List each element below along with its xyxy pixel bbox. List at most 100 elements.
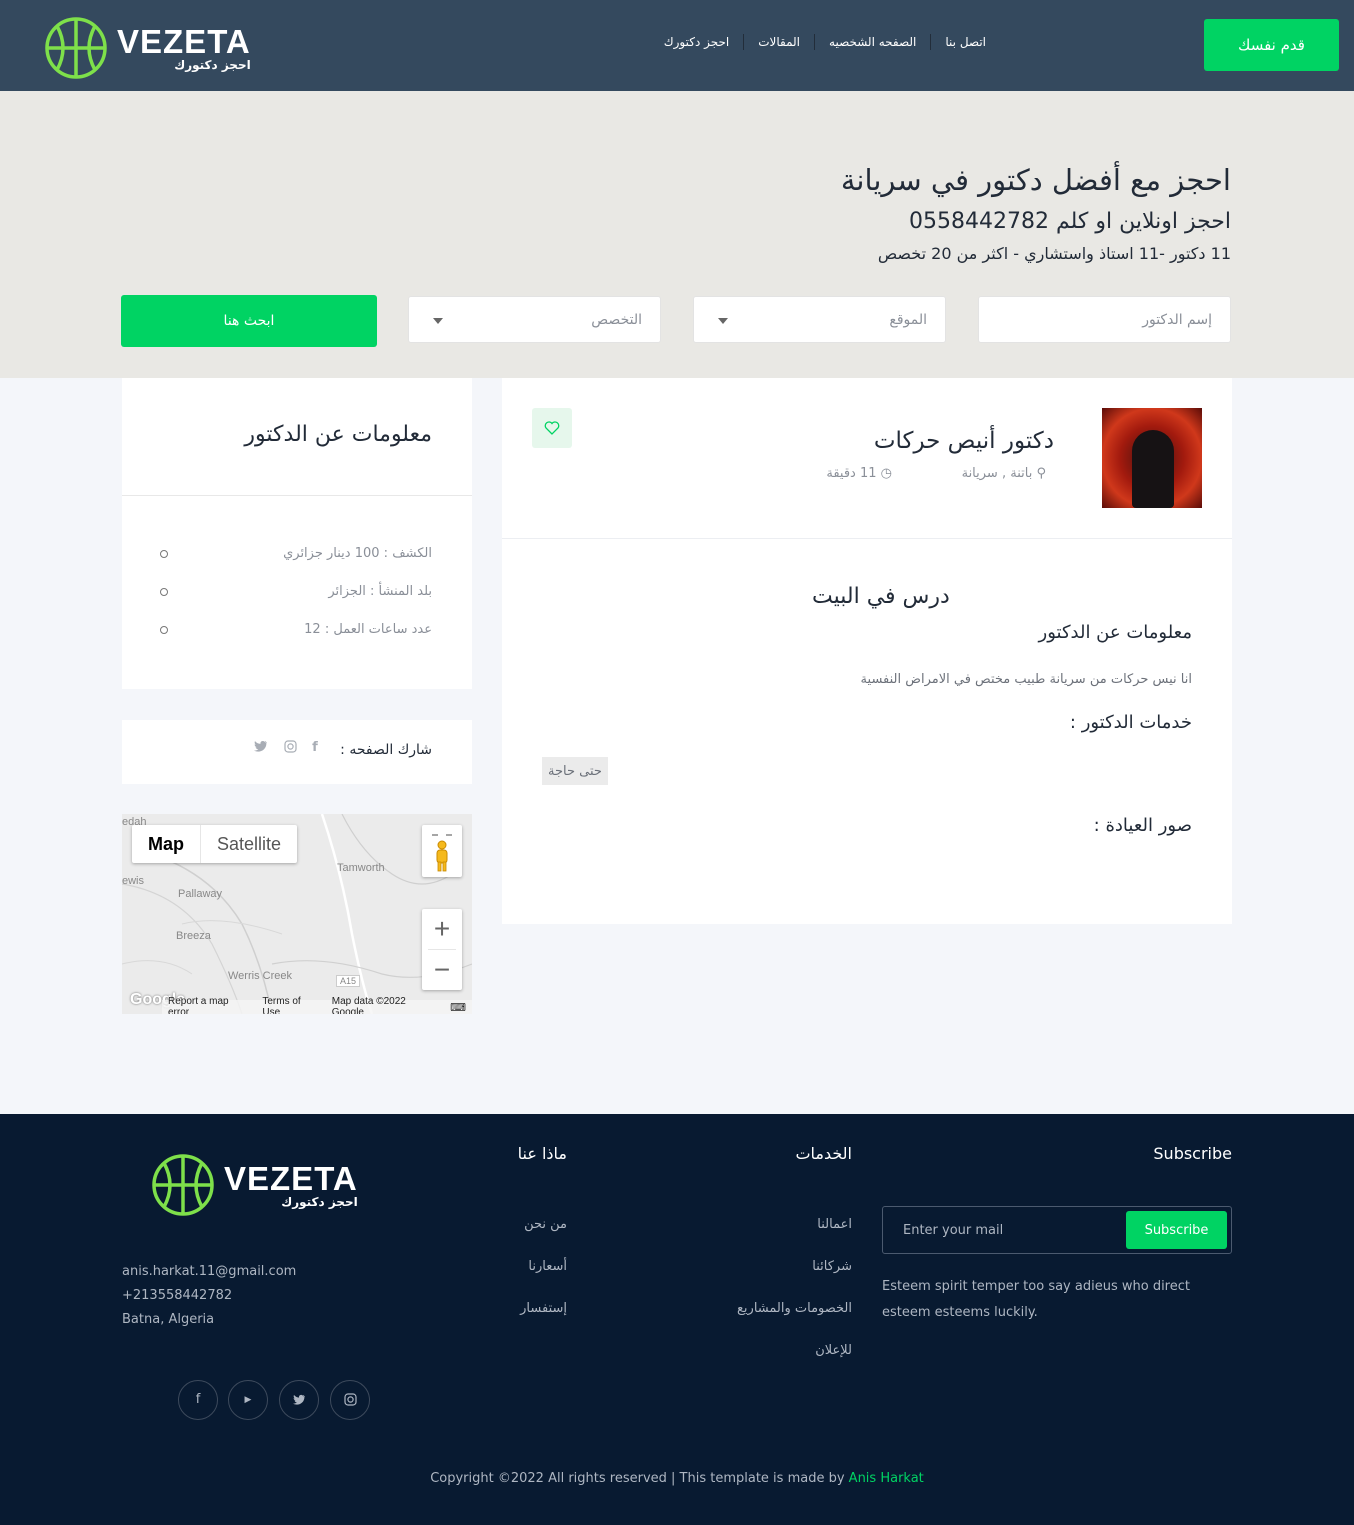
footer-link-partners[interactable]: شركائنا bbox=[812, 1259, 852, 1274]
clock-icon: ◷ bbox=[880, 466, 892, 481]
location-select[interactable]: الموقع bbox=[693, 296, 946, 343]
share-label: شارك الصفحه : bbox=[340, 742, 432, 758]
about-heading: معلومات عن الدكتور bbox=[1038, 622, 1192, 643]
keyboard-icon[interactable]: ⌨ bbox=[450, 1001, 466, 1014]
footer-link-discounts[interactable]: الخصومات والمشاريع bbox=[737, 1301, 852, 1316]
service-tag: حتى حاجة bbox=[542, 757, 608, 785]
footer-link-advertise[interactable]: للإعلان bbox=[815, 1343, 852, 1358]
footer-link-about-us[interactable]: من نحن bbox=[524, 1217, 567, 1232]
basketball-logo-icon bbox=[152, 1154, 214, 1216]
chevron-down-icon bbox=[433, 318, 443, 324]
info-item-country: بلد المنشأ : الجزائر bbox=[160, 584, 432, 599]
doctor-info-card: معلومات عن الدكتور الكشف : 100 دينار جزا… bbox=[122, 378, 472, 689]
heart-icon bbox=[544, 421, 560, 435]
info-title: معلومات عن الدكتور bbox=[244, 422, 432, 447]
favorite-button[interactable] bbox=[532, 408, 572, 448]
basketball-logo-icon bbox=[45, 17, 107, 79]
divider bbox=[122, 495, 472, 496]
map-footer: Report a map error Terms of Use Map data… bbox=[162, 996, 472, 1014]
doctor-avatar bbox=[1102, 408, 1202, 508]
street-view-button[interactable] bbox=[422, 825, 462, 877]
footer-logo[interactable]: VEZETA احجز دكتورك bbox=[152, 1154, 358, 1216]
footer-link-pricing[interactable]: أسعارنا bbox=[528, 1259, 567, 1274]
bullet-icon bbox=[160, 587, 168, 596]
site-header: VEZETA احجز دكتورك اتصل بنا الصفحه الشخص… bbox=[0, 0, 1354, 91]
share-card: شارك الصفحه : f bbox=[122, 720, 472, 784]
location-map[interactable]: Tamworth Pallaway Breeza Werris Creek A1… bbox=[122, 814, 472, 1014]
bullet-icon bbox=[160, 549, 168, 558]
facebook-icon[interactable]: f bbox=[307, 740, 323, 758]
logo-text: VEZETA bbox=[117, 23, 251, 60]
clinic-photos-heading: صور العيادة : bbox=[1093, 815, 1192, 836]
hero-stats: 11 دكتور -11 استاذ واستشاري - اكثر من 20… bbox=[877, 244, 1231, 263]
specialty-placeholder: التخصص bbox=[591, 311, 642, 328]
location-placeholder: الموقع bbox=[889, 311, 927, 328]
divider bbox=[502, 538, 1232, 539]
info-item-hours: عدد ساعات العمل : 12 bbox=[160, 622, 432, 637]
footer-about-title: ماذا عنا bbox=[517, 1144, 567, 1163]
subscribe-description: Esteem spirit temper too say adieus who … bbox=[882, 1279, 1190, 1320]
logo-text: VEZETA bbox=[224, 1160, 358, 1197]
doctor-wait-time: ◷ 11 دقيقة bbox=[826, 466, 892, 481]
register-button[interactable]: قدم نفسك bbox=[1204, 19, 1339, 71]
footer-subscribe-title: Subscribe bbox=[1153, 1144, 1232, 1163]
twitter-icon[interactable] bbox=[279, 1380, 319, 1420]
author-link[interactable]: Anis Harkat bbox=[849, 1471, 924, 1486]
site-logo[interactable]: VEZETA احجز دكتورك bbox=[45, 17, 251, 79]
nav-contact[interactable]: اتصل بنا bbox=[930, 34, 1000, 50]
main-nav: اتصل بنا الصفحه الشخصيه المقالات احجز دك… bbox=[610, 34, 1000, 50]
subscribe-email-input[interactable] bbox=[903, 1219, 1103, 1241]
twitter-icon[interactable] bbox=[253, 740, 269, 758]
instagram-icon[interactable] bbox=[330, 1380, 370, 1420]
footer-link-inquiry[interactable]: إستفسار bbox=[520, 1301, 567, 1316]
map-place-label: Tamworth bbox=[337, 862, 385, 874]
hero-title: احجز مع أفضل دكتور في سريانة bbox=[840, 163, 1231, 197]
map-place-label: Werris Creek bbox=[228, 970, 292, 982]
service-title: درس في البيت bbox=[812, 584, 950, 609]
subscribe-form: Subscribe bbox=[882, 1206, 1232, 1254]
doctor-name-placeholder: إسم الدكتور bbox=[1142, 311, 1212, 328]
specialty-select[interactable]: التخصص bbox=[408, 296, 661, 343]
search-button[interactable]: ابحث هنا bbox=[121, 295, 377, 347]
logo-subtext: احجز دكتورك bbox=[174, 58, 251, 72]
copyright: Copyright ©2022 All rights reserved | Th… bbox=[430, 1471, 924, 1486]
map-data-text: Map data ©2022 Google bbox=[331, 996, 406, 1014]
map-view-button[interactable]: Map bbox=[132, 825, 201, 863]
nav-articles[interactable]: المقالات bbox=[743, 34, 814, 50]
chevron-down-icon bbox=[718, 318, 728, 324]
facebook-icon[interactable]: f bbox=[178, 1380, 218, 1420]
footer-services-title: الخدمات bbox=[795, 1144, 852, 1163]
satellite-view-button[interactable]: Satellite bbox=[201, 825, 297, 863]
doctor-profile-card: دكتور أنيص حركات ⚲ باتنة , سريانة ◷ 11 د… bbox=[502, 378, 1232, 924]
contact-phone[interactable]: +213558442782 bbox=[122, 1288, 232, 1303]
services-heading: خدمات الدكتور : bbox=[1069, 712, 1192, 733]
terms-of-use-link[interactable]: Terms of Use bbox=[262, 996, 319, 1014]
map-place-label: Breeza bbox=[176, 930, 211, 942]
info-item-fee: الكشف : 100 دينار جزائري bbox=[160, 546, 432, 561]
subscribe-button[interactable]: Subscribe bbox=[1126, 1211, 1227, 1249]
road-shield: A15 bbox=[336, 975, 361, 987]
zoom-in-button[interactable]: + bbox=[422, 909, 462, 949]
instagram-icon[interactable] bbox=[282, 740, 298, 758]
report-map-error-link[interactable]: Report a map error bbox=[168, 996, 250, 1014]
map-place-label: Pallaway bbox=[178, 888, 223, 900]
footer-link-works[interactable]: اعمالنا bbox=[817, 1217, 852, 1232]
map-place-label: ewis bbox=[122, 875, 145, 887]
bullet-icon bbox=[160, 625, 168, 634]
nav-book-doctor[interactable]: احجز دكتورك bbox=[650, 34, 744, 50]
youtube-icon[interactable]: ▶ bbox=[228, 1380, 268, 1420]
contact-email[interactable]: anis.harkat.11@gmail.com bbox=[122, 1264, 296, 1279]
map-type-toggle: Map Satellite bbox=[132, 825, 298, 863]
doctor-location: ⚲ باتنة , سريانة bbox=[961, 466, 1046, 481]
doctor-name-input[interactable]: إسم الدكتور bbox=[978, 296, 1231, 343]
site-footer: VEZETA احجز دكتورك anis.harkat.11@gmail.… bbox=[0, 1114, 1354, 1525]
about-text: انا نيس حركات من سريانة طبيب مختص في الا… bbox=[860, 672, 1192, 687]
map-marker-icon: ⚲ bbox=[1036, 466, 1046, 481]
zoom-controls: + − bbox=[422, 909, 462, 990]
nav-profile[interactable]: الصفحه الشخصيه bbox=[814, 34, 930, 50]
hero-subtitle: احجز اونلاين او كلم 0558442782 bbox=[909, 209, 1231, 234]
zoom-out-button[interactable]: − bbox=[422, 950, 462, 990]
pegman-icon bbox=[432, 834, 452, 872]
contact-address: Batna, Algeria bbox=[122, 1312, 215, 1327]
hero-section: احجز مع أفضل دكتور في سريانة احجز اونلاي… bbox=[0, 91, 1354, 378]
